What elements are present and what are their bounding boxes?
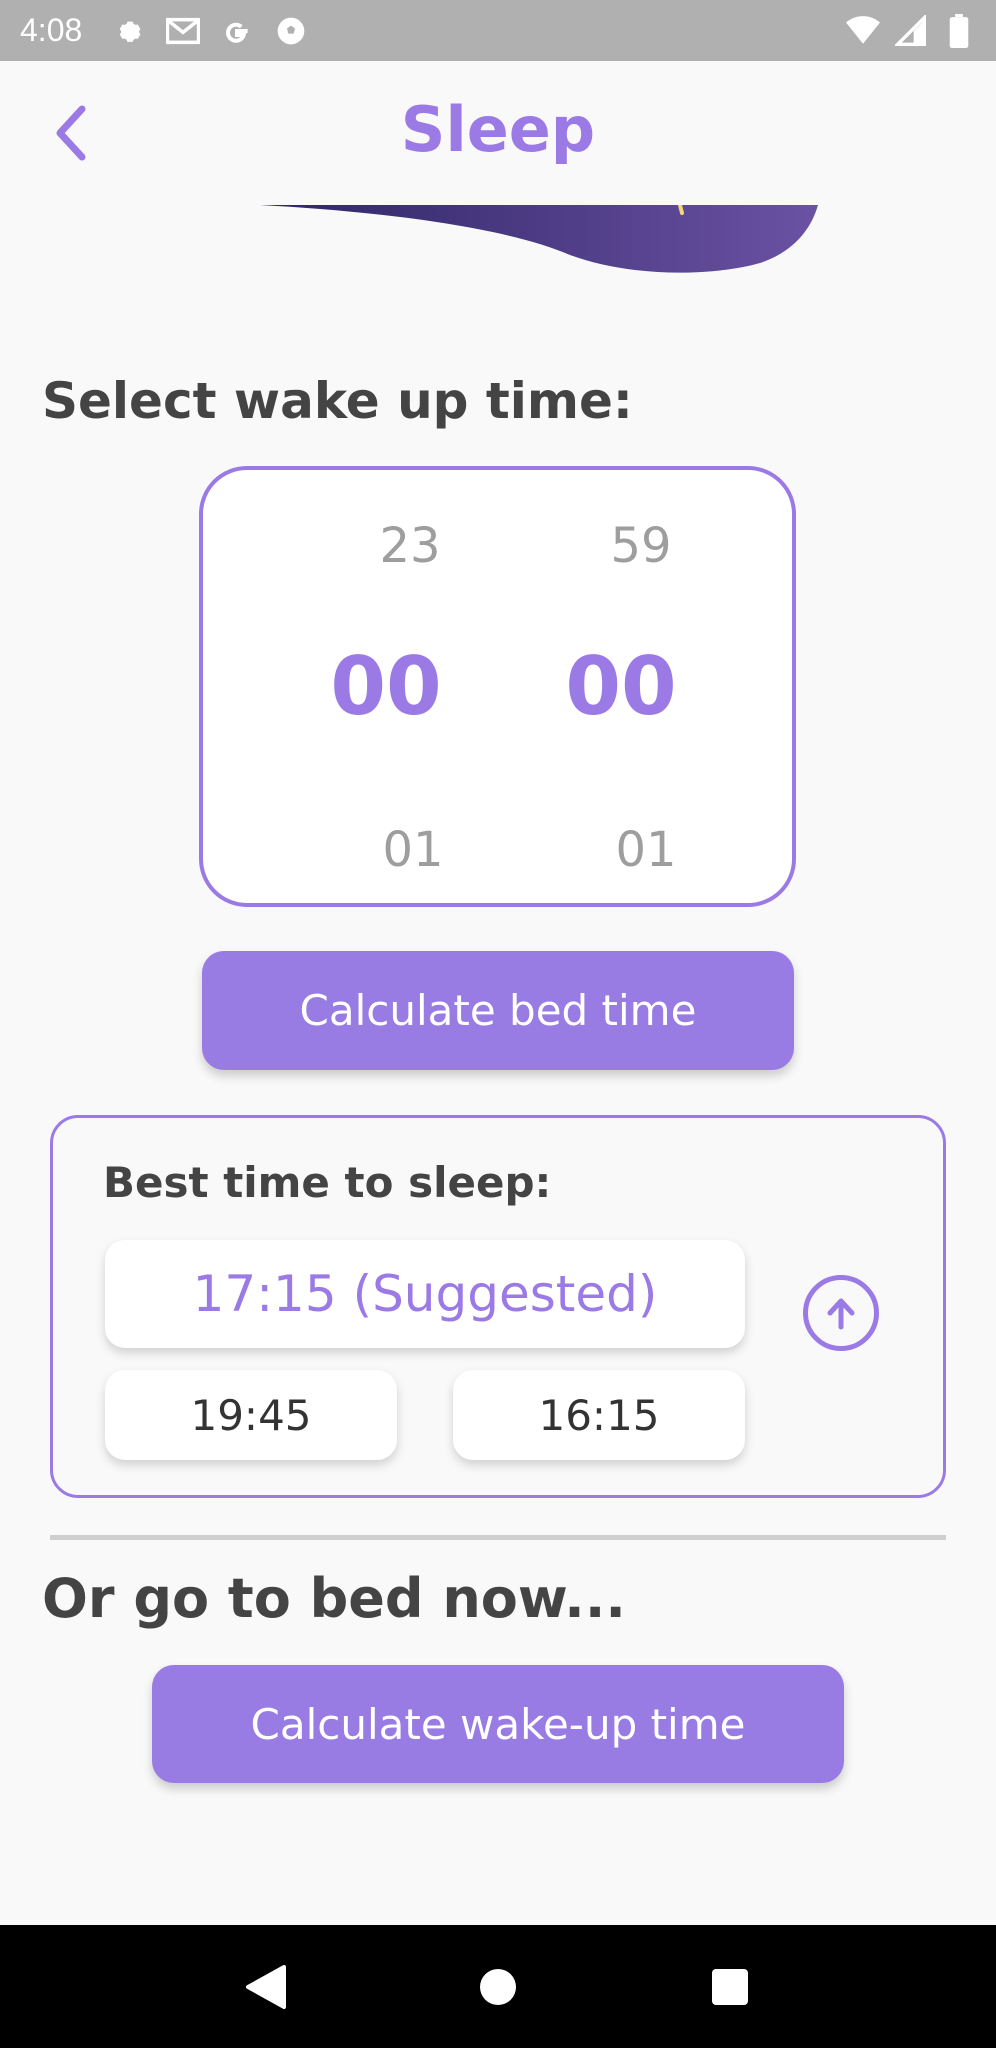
status-bar: 4:08 [0,0,996,61]
recents-square-icon [712,1968,748,2005]
wifi-icon [846,14,880,48]
gmail-icon [166,14,201,48]
google-icon [220,14,254,48]
best-sleep-times-card: Best time to sleep: 17:15 (Suggested) 19… [50,1115,946,1498]
minute-selected[interactable]: 00 [551,640,691,733]
arrow-up-circle-icon [827,1298,855,1330]
hour-prev[interactable]: 23 [340,518,480,574]
nav-home-button[interactable] [463,1952,533,2022]
wake-time-picker[interactable]: 23 00 01 59 00 01 [199,466,796,907]
soccer-ball-icon [274,14,308,48]
nav-back-button[interactable] [231,1952,301,2022]
home-circle-icon [480,1968,516,2005]
alt-time-chip[interactable]: 16:15 [453,1370,745,1460]
hour-selected[interactable]: 00 [316,640,456,733]
page-title: Sleep [400,93,596,166]
minute-prev[interactable]: 59 [571,518,711,574]
hour-next[interactable]: 01 [343,822,483,878]
system-nav-bar [0,1925,996,2048]
back-triangle-icon [246,1964,286,2009]
status-time: 4:08 [20,12,83,48]
battery-icon [942,13,976,48]
calculate-wake-up-time-button[interactable]: Calculate wake-up time [152,1665,844,1783]
sleep-illustration [260,205,818,273]
gear-icon [112,14,146,48]
nav-recents-button[interactable] [695,1952,765,2022]
calculate-bed-time-button[interactable]: Calculate bed time [202,951,794,1070]
minute-next[interactable]: 01 [576,822,716,878]
app-bar: Sleep [0,61,996,206]
collapse-button[interactable] [803,1275,879,1351]
suggested-time-chip[interactable]: 17:15 (Suggested) [105,1240,745,1348]
signal-icon [894,14,928,48]
section-divider [50,1535,946,1540]
alt-time-chip[interactable]: 19:45 [105,1370,397,1460]
bed-now-heading: Or go to bed now... [42,1567,626,1630]
best-sleep-heading: Best time to sleep: [103,1158,552,1207]
wake-time-heading: Select wake up time: [42,372,633,430]
